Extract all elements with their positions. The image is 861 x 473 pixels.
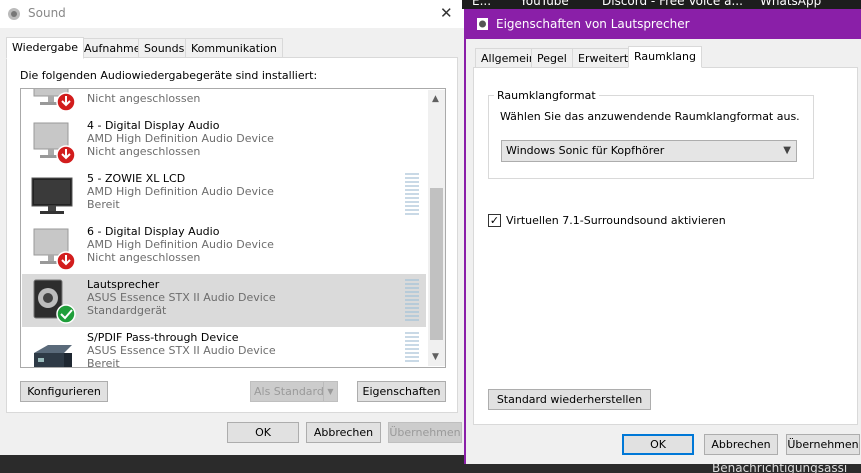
- device-name: 6 - Digital Display Audio: [87, 225, 220, 238]
- restore-default-button[interactable]: Standard wiederherstellen: [488, 389, 651, 410]
- properties-title-bar[interactable]: Eigenschaften von Lautsprecher: [466, 9, 861, 39]
- device-desc: AMD High Definition Audio Device: [87, 185, 274, 198]
- chevron-down-icon[interactable]: ▼: [323, 382, 337, 401]
- format-select-value: Windows Sonic für Kopfhörer: [506, 144, 665, 157]
- speaker-app-icon: [476, 17, 489, 34]
- ok-button[interactable]: OK: [622, 434, 694, 455]
- monitor-icon: [28, 172, 78, 218]
- tab-raumklang[interactable]: Raumklang: [628, 46, 702, 68]
- device-name: 5 - ZOWIE XL LCD: [87, 172, 186, 185]
- sound-window-title: Sound: [28, 6, 66, 20]
- tab-aufnahme[interactable]: Aufnahme: [78, 38, 147, 58]
- level-meter: [405, 332, 419, 367]
- apply-button[interactable]: Übernehmen: [786, 434, 860, 455]
- chevron-down-icon: ▼: [783, 145, 791, 156]
- device-row-selected[interactable]: Lautsprecher ASUS Essence STX II Audio D…: [22, 274, 426, 327]
- scroll-down-icon[interactable]: ▼: [432, 352, 439, 362]
- speaker-default-icon: [28, 278, 78, 324]
- properties-button[interactable]: Eigenschaften: [357, 381, 446, 402]
- properties-window-title: Eigenschaften von Lautsprecher: [496, 17, 690, 31]
- device-list[interactable]: Nicht angeschlossen 4 - Digital Display …: [20, 88, 446, 368]
- device-row[interactable]: 4 - Digital Display Audio AMD High Defin…: [22, 115, 426, 168]
- sound-title-bar[interactable]: Sound ✕: [0, 0, 468, 28]
- device-list-scrollbar[interactable]: ▲ ▼: [428, 90, 445, 366]
- device-status: Nicht angeschlossen: [87, 145, 201, 158]
- tab-sounds[interactable]: Sounds: [138, 38, 191, 58]
- device-name: Lautsprecher: [87, 278, 160, 291]
- device-status: Standardgerät: [87, 304, 167, 317]
- monitor-disconnected-icon: [28, 89, 78, 112]
- set-default-label: Als Standard: [254, 385, 324, 398]
- taskbar-item[interactable]: E...: [472, 0, 491, 8]
- surround-checkbox-label[interactable]: Virtuellen 7.1-Surroundsound aktivieren: [506, 214, 726, 227]
- device-name: S/PDIF Pass-through Device: [87, 331, 239, 344]
- device-row[interactable]: 5 - ZOWIE XL LCD AMD High Definition Aud…: [22, 168, 426, 221]
- sound-window: Sound ✕ Wiedergabe Aufnahme Sounds Kommu…: [0, 0, 468, 473]
- ok-button[interactable]: OK: [227, 422, 299, 443]
- monitor-disconnected-icon: [28, 225, 78, 271]
- device-row[interactable]: S/PDIF Pass-through Device ASUS Essence …: [22, 327, 426, 368]
- taskbar-item-discord[interactable]: Discord - Free Voice a...: [602, 0, 743, 8]
- format-description: Wählen Sie das anzuwendende Raumklangfor…: [500, 110, 800, 123]
- configure-button[interactable]: Konfigurieren: [20, 381, 108, 402]
- tab-erweitert[interactable]: Erweitert: [572, 48, 635, 68]
- tab-kommunikation[interactable]: Kommunikation: [185, 38, 283, 58]
- tab-pegel[interactable]: Pegel: [531, 48, 573, 68]
- level-meter: [405, 279, 419, 321]
- device-status: Nicht angeschlossen: [87, 251, 201, 264]
- device-row[interactable]: Nicht angeschlossen: [22, 89, 426, 115]
- device-row[interactable]: 6 - Digital Display Audio AMD High Defin…: [22, 221, 426, 274]
- properties-window: Eigenschaften von Lautsprecher Allgemein…: [464, 9, 861, 464]
- device-desc: AMD High Definition Audio Device: [87, 238, 274, 251]
- monitor-disconnected-icon: [28, 119, 78, 165]
- speaker-app-icon: [7, 7, 21, 24]
- device-desc: AMD High Definition Audio Device: [87, 132, 274, 145]
- spdif-device-icon: [28, 331, 78, 367]
- cancel-button[interactable]: Abbrechen: [704, 434, 778, 455]
- format-select[interactable]: Windows Sonic für Kopfhörer ▼: [501, 140, 797, 162]
- level-meter: [405, 173, 419, 215]
- device-status: Bereit: [87, 357, 120, 368]
- device-list-heading: Die folgenden Audiowiedergabegeräte sind…: [20, 69, 318, 82]
- scroll-up-icon[interactable]: ▲: [432, 94, 439, 104]
- close-icon[interactable]: ✕: [440, 4, 453, 22]
- format-group-label: Raumklangformat: [494, 89, 599, 102]
- scrollbar-thumb[interactable]: [430, 188, 443, 340]
- tab-wiedergabe[interactable]: Wiedergabe: [6, 37, 85, 59]
- device-desc: ASUS Essence STX II Audio Device: [87, 344, 276, 357]
- cancel-button[interactable]: Abbrechen: [306, 422, 381, 443]
- device-status: Nicht angeschlossen: [87, 92, 201, 105]
- apply-button[interactable]: Übernehmen: [388, 422, 462, 443]
- device-desc: ASUS Essence STX II Audio Device: [87, 291, 276, 304]
- set-default-button[interactable]: Als Standard ▼: [250, 381, 338, 402]
- taskbar-strip: E... YouTube Discord - Free Voice a... W…: [462, 0, 861, 9]
- taskbar-item-whatsapp[interactable]: WhatsApp: [760, 0, 821, 8]
- device-status: Bereit: [87, 198, 120, 211]
- device-name: 4 - Digital Display Audio: [87, 119, 220, 132]
- format-groupbox: [488, 95, 814, 179]
- taskbar-item-youtube[interactable]: YouTube: [520, 0, 569, 8]
- surround-checkbox[interactable]: ✓: [488, 214, 501, 227]
